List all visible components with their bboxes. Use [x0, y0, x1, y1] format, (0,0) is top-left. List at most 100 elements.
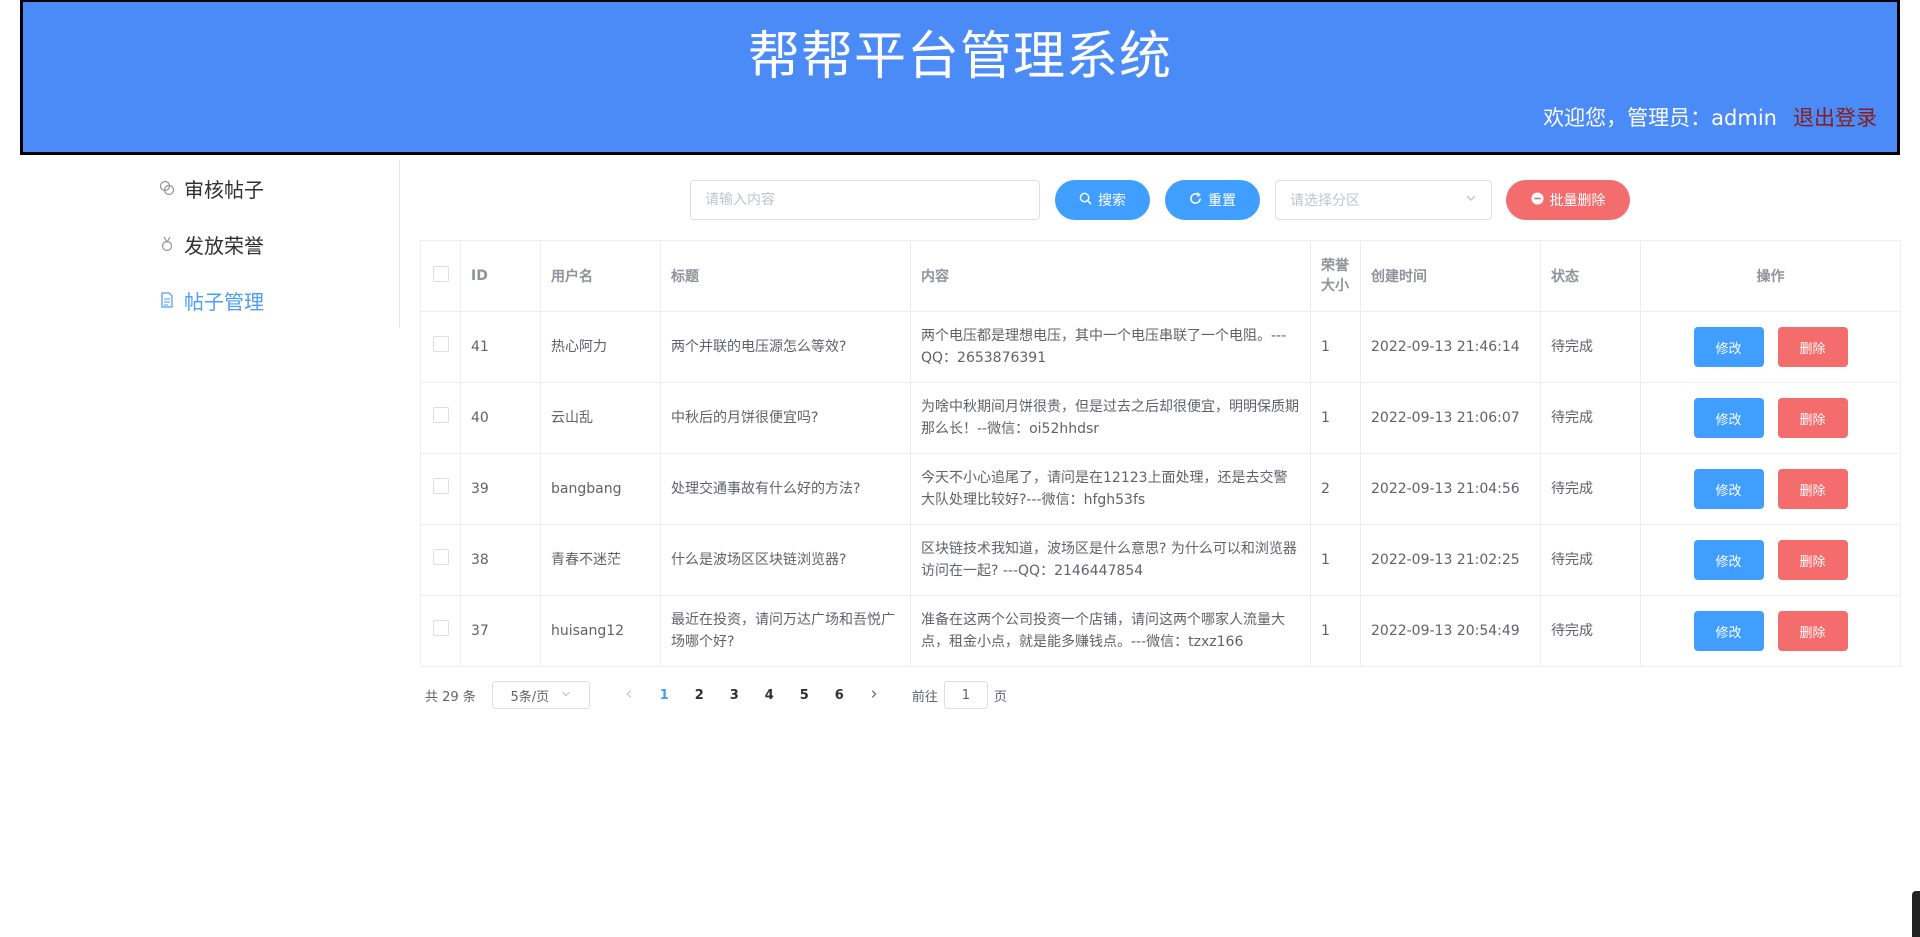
search-button[interactable]: 搜索 — [1055, 180, 1150, 220]
row-checkbox[interactable] — [432, 548, 449, 565]
cell-username: 青春不迷茫 — [540, 524, 661, 596]
cell-status: 待完成 — [1540, 595, 1641, 667]
cell-title: 中秋后的月饼很便宜吗? — [660, 382, 911, 454]
cell-created: 2022-09-13 21:04:56 — [1360, 453, 1541, 525]
app-header: 帮帮平台管理系统 欢迎您，管理员：admin 退出登录 — [20, 0, 1900, 155]
header-username: 用户名 — [540, 240, 661, 312]
delete-button[interactable]: 删除 — [1777, 469, 1848, 509]
sidebar-item-label: 发放荣誉 — [184, 233, 264, 258]
cell-created: 2022-09-13 21:02:25 — [1360, 524, 1541, 596]
delete-button[interactable]: 删除 — [1777, 327, 1848, 367]
cell-status: 待完成 — [1540, 311, 1641, 383]
reset-button-label: 重置 — [1208, 193, 1236, 209]
cell-actions: 修改 删除 — [1640, 382, 1901, 454]
search-button-label: 搜索 — [1098, 193, 1126, 209]
cell-status: 待完成 — [1540, 524, 1641, 596]
batch-delete-button[interactable]: 批量删除 — [1506, 180, 1630, 220]
cell-username: 云山乱 — [540, 382, 661, 454]
cell-title: 处理交通事故有什么好的方法? — [660, 453, 911, 525]
row-checkbox[interactable] — [432, 619, 449, 636]
header-title: 标题 — [660, 240, 911, 312]
sidebar-item-post-management[interactable]: 帖子管理 — [150, 272, 399, 328]
reset-button[interactable]: 重置 — [1165, 180, 1260, 220]
search-input[interactable] — [690, 180, 1040, 220]
edit-button[interactable]: 修改 — [1693, 398, 1764, 438]
pager: 1 2 3 4 5 6 — [612, 688, 892, 703]
page-size-select[interactable]: 5条/页 — [491, 681, 590, 709]
scrollbar-handle[interactable] — [1912, 891, 1920, 937]
cell-id: 41 — [460, 311, 541, 383]
cell-actions: 修改 删除 — [1640, 595, 1901, 667]
cell-status: 待完成 — [1540, 453, 1641, 525]
goto-prefix: 前往 — [911, 689, 938, 705]
cell-created: 2022-09-13 21:46:14 — [1360, 311, 1541, 383]
cell-honor: 1 — [1310, 595, 1361, 667]
table-header-row: ID 用户名 标题 内容 荣誉大小 创建时间 状态 操作 — [420, 240, 1901, 312]
delete-button[interactable]: 删除 — [1777, 540, 1848, 580]
prev-page-button[interactable] — [612, 688, 647, 703]
goto-suffix: 页 — [993, 689, 1007, 705]
sidebar-item-review-posts[interactable]: 审核帖子 — [150, 160, 399, 216]
sidebar-item-award-honor[interactable]: 发放荣誉 — [150, 216, 399, 272]
page-button-6[interactable]: 6 — [822, 688, 857, 703]
app-title: 帮帮平台管理系统 — [747, 27, 1172, 87]
row-checkbox-cell — [420, 311, 461, 383]
page-jumper: 前往 页 — [912, 681, 1007, 709]
cell-created: 2022-09-13 21:06:07 — [1360, 382, 1541, 454]
page-button-4[interactable]: 4 — [752, 688, 787, 703]
goto-page-input[interactable] — [943, 681, 988, 709]
cell-content: 准备在这两个公司投资一个店铺，请问这两个哪家人流量大点，租金小点，就是能多赚钱点… — [910, 595, 1311, 667]
row-checkbox-cell — [420, 453, 461, 525]
page-button-1[interactable]: 1 — [647, 688, 682, 703]
search-icon — [1079, 192, 1092, 209]
edit-button[interactable]: 修改 — [1693, 540, 1764, 580]
cell-honor: 1 — [1310, 311, 1361, 383]
page-button-2[interactable]: 2 — [682, 688, 717, 703]
cell-title: 什么是波场区区块链浏览器? — [660, 524, 911, 596]
posts-table: ID 用户名 标题 内容 荣誉大小 创建时间 状态 操作 41 热心阿力 两个并… — [420, 240, 1901, 667]
cell-content: 区块链技术我知道，波场区是什么意思? 为什么可以和浏览器访问在一起? ---QQ… — [910, 524, 1311, 596]
batch-delete-label: 批量删除 — [1549, 193, 1606, 209]
row-checkbox[interactable] — [432, 406, 449, 423]
medal-icon — [158, 235, 176, 253]
cell-username: huisang12 — [540, 595, 661, 667]
chevron-left-icon — [626, 689, 632, 698]
cell-actions: 修改 删除 — [1640, 453, 1901, 525]
total-count: 共 29 条 — [425, 689, 476, 705]
cell-id: 39 — [460, 453, 541, 525]
minus-circle-icon — [1530, 191, 1544, 209]
next-page-button[interactable] — [857, 688, 892, 703]
table-row: 40 云山乱 中秋后的月饼很便宜吗? 为啥中秋期间月饼很贵，但是过去之后却很便宜… — [420, 382, 1901, 454]
cell-honor: 2 — [1310, 453, 1361, 525]
category-select[interactable]: 请选择分区 — [1275, 180, 1492, 220]
header-actions: 操作 — [1640, 240, 1901, 312]
logout-link[interactable]: 退出登录 — [1793, 102, 1877, 132]
user-bar: 欢迎您，管理员：admin 退出登录 — [1543, 102, 1877, 132]
sidebar: 审核帖子 发放荣誉 帖子管理 — [150, 160, 400, 328]
table-row: 38 青春不迷茫 什么是波场区区块链浏览器? 区块链技术我知道，波场区是什么意思… — [420, 524, 1901, 596]
delete-button[interactable]: 删除 — [1777, 611, 1848, 651]
chevron-down-icon — [1465, 192, 1477, 208]
pagination: 共 29 条 5条/页 1 2 3 4 5 6 前往 页 — [425, 680, 1007, 710]
edit-button[interactable]: 修改 — [1693, 327, 1764, 367]
select-all-checkbox[interactable] — [432, 266, 449, 282]
chat-icon — [158, 179, 176, 197]
page-button-3[interactable]: 3 — [717, 688, 752, 703]
cell-content: 两个电压都是理想电压，其中一个电压串联了一个电阻。---QQ：265387639… — [910, 311, 1311, 383]
row-checkbox-cell — [420, 595, 461, 667]
header-content: 内容 — [910, 240, 1311, 312]
cell-honor: 1 — [1310, 524, 1361, 596]
edit-button[interactable]: 修改 — [1693, 611, 1764, 651]
cell-title: 最近在投资，请问万达广场和吾悦广场哪个好? — [660, 595, 911, 667]
refresh-icon — [1189, 191, 1202, 209]
welcome-text: 欢迎您，管理员：admin — [1543, 106, 1777, 130]
header-honor: 荣誉大小 — [1310, 240, 1361, 312]
cell-title: 两个并联的电压源怎么等效? — [660, 311, 911, 383]
edit-button[interactable]: 修改 — [1693, 469, 1764, 509]
row-checkbox[interactable] — [432, 335, 449, 352]
cell-actions: 修改 删除 — [1640, 311, 1901, 383]
page-button-5[interactable]: 5 — [787, 688, 822, 703]
delete-button[interactable]: 删除 — [1777, 398, 1848, 438]
row-checkbox[interactable] — [432, 477, 449, 494]
sidebar-item-label: 帖子管理 — [184, 289, 264, 314]
